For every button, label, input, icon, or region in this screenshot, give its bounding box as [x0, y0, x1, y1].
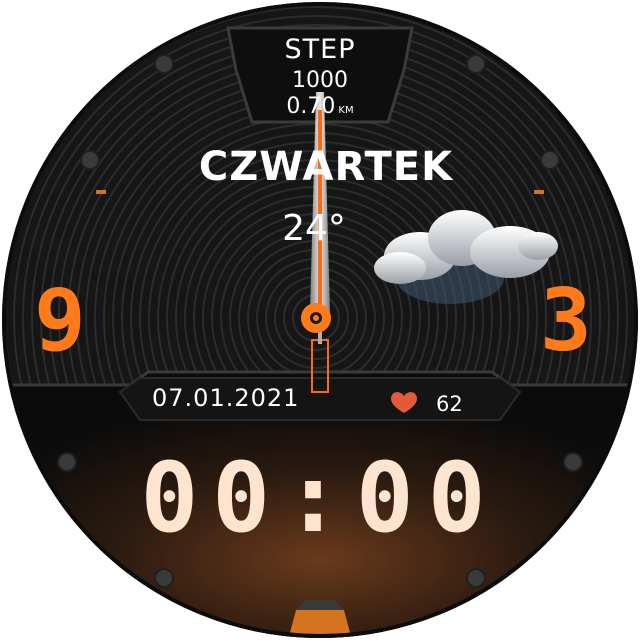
step-count: 1000 [292, 68, 348, 93]
digital-time: 00:00 [140, 442, 500, 554]
distance-value: 0.70 [286, 94, 336, 119]
heart-rate-value: 62 [436, 392, 463, 416]
hour-marker-right: 3 [540, 271, 592, 371]
hour-marker-left: 9 [34, 271, 86, 371]
temperature: 24° [282, 208, 346, 249]
distance: 0.70 KM [286, 94, 353, 119]
distance-unit: KM [338, 105, 354, 116]
date: 07.01.2021 [152, 384, 300, 412]
weekday: CZWARTEK [198, 144, 454, 190]
step-title: STEP [284, 34, 356, 65]
